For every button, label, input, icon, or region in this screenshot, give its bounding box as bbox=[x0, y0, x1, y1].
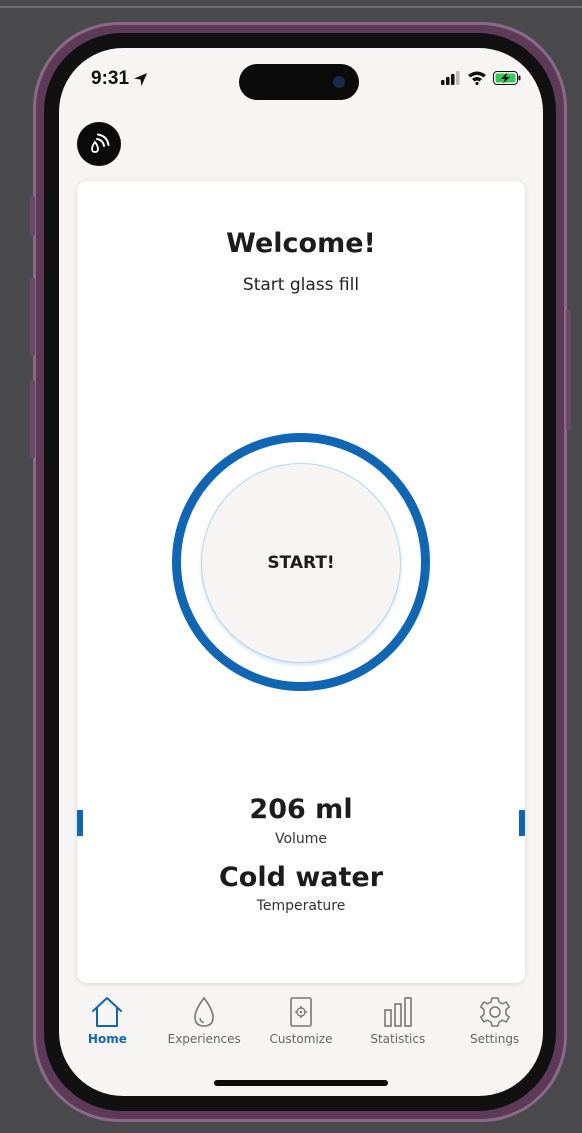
status-time-text: 9:31 bbox=[91, 68, 130, 89]
temperature-label: Temperature bbox=[256, 898, 346, 914]
cellular-signal-icon bbox=[441, 70, 460, 85]
tab-home-label: Home bbox=[87, 1032, 127, 1046]
front-camera bbox=[333, 76, 345, 88]
tab-settings-label: Settings bbox=[469, 1032, 520, 1046]
water-signal-icon bbox=[91, 133, 110, 153]
tab-statistics[interactable]: Statistics bbox=[349, 990, 446, 1054]
tab-customize-label: Customize bbox=[269, 1032, 333, 1046]
silent-switch bbox=[30, 196, 35, 236]
tab-experiences[interactable]: Experiences bbox=[156, 990, 253, 1054]
phone-screen: 9:31 Welcome! Start glass fill START! 20… bbox=[59, 48, 543, 1096]
tab-experiences-label: Experiences bbox=[167, 1032, 241, 1046]
volume-label: Volume bbox=[274, 831, 328, 847]
welcome-title: Welcome! bbox=[226, 228, 376, 259]
location-arrow-icon bbox=[133, 72, 148, 86]
volume-up-button bbox=[30, 278, 35, 356]
customize-icon bbox=[290, 997, 312, 1027]
status-time: 9:31 bbox=[91, 68, 148, 90]
tab-home[interactable]: Home bbox=[59, 990, 156, 1054]
volume-value[interactable]: 206 ml bbox=[77, 794, 525, 825]
gear-icon bbox=[479, 997, 510, 1027]
home-icon bbox=[92, 997, 123, 1027]
bottom-tab-bar: Home Experiences Customize Statistics Se… bbox=[59, 990, 543, 1054]
status-icons bbox=[441, 70, 521, 85]
power-button bbox=[566, 310, 571, 430]
temperature-value[interactable]: Cold water bbox=[77, 862, 525, 893]
glass-fill-card: Welcome! Start glass fill START! 206 ml … bbox=[77, 181, 525, 983]
dynamic-island bbox=[239, 64, 359, 100]
welcome-subtitle: Start glass fill bbox=[242, 275, 360, 295]
app-logo-badge[interactable] bbox=[77, 122, 121, 166]
start-button[interactable]: START! bbox=[201, 463, 401, 663]
bar-chart-icon bbox=[383, 997, 412, 1027]
tab-settings[interactable]: Settings bbox=[446, 990, 543, 1054]
home-indicator[interactable] bbox=[214, 1080, 388, 1086]
tab-customize[interactable]: Customize bbox=[253, 990, 350, 1054]
volume-down-button bbox=[30, 380, 35, 458]
tab-statistics-label: Statistics bbox=[370, 1032, 426, 1046]
window-edge bbox=[0, 6, 582, 8]
wifi-icon bbox=[468, 71, 486, 85]
battery-charging-icon bbox=[493, 70, 521, 85]
water-drop-icon bbox=[194, 996, 214, 1027]
